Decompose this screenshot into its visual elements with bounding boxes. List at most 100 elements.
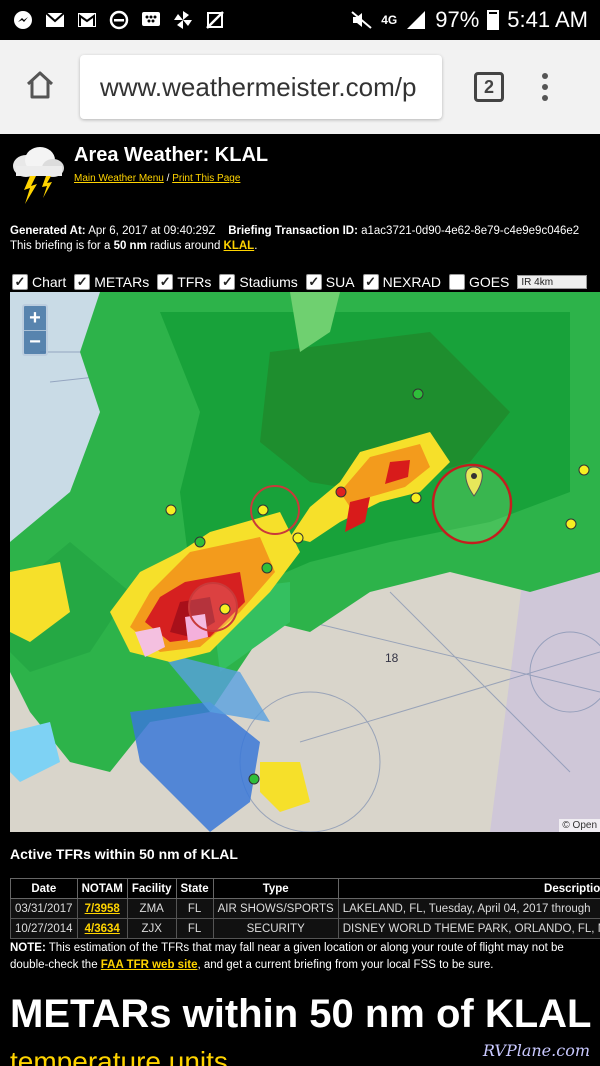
checkbox-metars[interactable]: ✓: [74, 274, 91, 290]
url-text: www.weathermeister.com/p: [100, 71, 417, 102]
address-bar[interactable]: www.weathermeister.com/p: [80, 55, 442, 119]
col-notam: NOTAM: [76, 878, 128, 899]
note-line2-prefix: double-check the: [10, 959, 98, 971]
status-bar: 4G 97% 5:41 AM: [0, 0, 600, 40]
network-type: 4G: [381, 13, 398, 27]
battery-icon: [487, 10, 500, 30]
temperature-units-link[interactable]: temperature units: [10, 1046, 228, 1066]
transaction-value: a1ac3721-0d90-4e62-8e79-c4e9e9c046e2: [361, 225, 580, 237]
tfr-description: LAKELAND, FL, Tuesday, April 04, 2017 th…: [337, 898, 600, 919]
layer-nexrad[interactable]: ✓ NEXRAD: [362, 274, 441, 290]
print-page-link[interactable]: Print This Page: [172, 173, 240, 184]
storm-cloud-icon: [10, 142, 66, 213]
goes-select[interactable]: IR 4km: [517, 275, 588, 289]
metars-heading: METARs within 50 nm of KLAL: [10, 992, 592, 1036]
checkbox-chart[interactable]: ✓: [12, 274, 28, 290]
layer-stadiums[interactable]: ✓ Stadiums: [219, 274, 298, 290]
no-location-icon: [204, 9, 226, 31]
radius-middle: radius around: [150, 240, 221, 252]
layer-label: SUA: [325, 274, 355, 290]
tfr-date: 03/31/2017: [10, 898, 78, 919]
radius-suffix: .: [254, 240, 258, 252]
layer-goes[interactable]: GOES: [448, 274, 509, 290]
generated-value: Apr 6, 2017 at 09:40:29Z: [88, 225, 216, 237]
checkbox-stadiums[interactable]: ✓: [219, 274, 236, 290]
metar-station[interactable]: [578, 464, 590, 476]
metar-station[interactable]: [248, 773, 260, 785]
checkbox-goes[interactable]: [448, 274, 465, 290]
tfr-type: AIR SHOWS/SPORTS: [212, 898, 339, 919]
weather-map[interactable]: 17 18: [10, 292, 600, 832]
notam-link[interactable]: 7/3958: [85, 903, 120, 915]
metar-station[interactable]: [292, 532, 304, 544]
checkbox-tfrs[interactable]: ✓: [157, 274, 174, 290]
battery-percent: 97%: [435, 7, 480, 32]
layer-label: NEXRAD: [382, 274, 441, 290]
tab-switcher-button[interactable]: 2: [474, 72, 504, 102]
radius-prefix: This briefing is for a: [10, 240, 111, 252]
layer-sua[interactable]: ✓ SUA: [305, 274, 355, 290]
metar-station[interactable]: [565, 518, 577, 530]
airport-link[interactable]: KLAL: [224, 240, 255, 252]
notification-icons: [12, 9, 226, 31]
block-icon: [108, 9, 130, 31]
tfr-facility: ZMA: [126, 898, 177, 919]
col-state: State: [175, 878, 214, 899]
table-row: 03/31/2017 7/3958 ZMA FL AIR SHOWS/SPORT…: [10, 898, 600, 919]
metar-station[interactable]: [165, 504, 177, 516]
tfr-notam: 7/3958: [76, 898, 128, 919]
layer-tfrs[interactable]: ✓ TFRs: [157, 274, 211, 290]
layer-chart[interactable]: ✓ Chart: [12, 274, 66, 290]
radius-value: 50 nm: [113, 240, 147, 252]
col-facility: Facility: [126, 878, 177, 899]
zoom-in-button[interactable]: +: [24, 306, 46, 330]
signal-icon: [405, 9, 427, 31]
system-status: 4G 97% 5:41 AM: [351, 7, 588, 33]
gmail-icon: [76, 9, 98, 31]
home-icon: [24, 69, 56, 106]
note-line1: This estimation of the TFRs that may fal…: [48, 942, 564, 954]
overflow-menu-icon[interactable]: [542, 73, 548, 101]
metar-station[interactable]: [412, 388, 424, 400]
watermark: RVPlane.com: [482, 1041, 590, 1060]
main-weather-menu-link[interactable]: Main Weather Menu: [74, 173, 164, 184]
checkbox-sua[interactable]: ✓: [305, 274, 322, 290]
metar-station[interactable]: [194, 536, 206, 548]
header-links: Main Weather Menu / Print This Page: [74, 173, 268, 184]
chart-label: 18: [385, 651, 399, 665]
briefing-info: Generated At: Apr 6, 2017 at 09:40:29Z B…: [10, 224, 579, 254]
link-separator: /: [166, 173, 170, 184]
map-attribution[interactable]: © Open: [559, 819, 600, 832]
tfr-note: NOTE: This estimation of the TFRs that m…: [10, 940, 564, 974]
metar-station[interactable]: [219, 603, 231, 615]
note-label: NOTE:: [10, 942, 46, 954]
tfr-state: FL: [175, 918, 214, 939]
page-title: Area Weather: KLAL: [74, 144, 269, 166]
col-date: Date: [10, 878, 78, 899]
tfr-notam: 4/3634: [76, 918, 128, 939]
page-header: Area Weather: KLAL Main Weather Menu / P…: [10, 142, 268, 213]
browser-toolbar: www.weathermeister.com/p 2: [0, 40, 600, 134]
tfr-type: SECURITY: [212, 918, 339, 939]
metar-station[interactable]: [257, 504, 269, 516]
clock: 5:41 AM: [507, 7, 588, 32]
col-description: Description: [337, 878, 600, 899]
tfr-date: 10/27/2014: [10, 918, 78, 939]
tab-count: 2: [483, 76, 494, 97]
checkbox-nexrad[interactable]: ✓: [362, 274, 379, 290]
messenger-icon: [12, 9, 34, 31]
faa-tfr-link[interactable]: FAA TFR web site: [101, 959, 198, 971]
zoom-out-button[interactable]: −: [24, 330, 46, 354]
metar-station[interactable]: [410, 492, 422, 504]
layer-label: METARs: [94, 274, 150, 290]
notam-link[interactable]: 4/3634: [85, 923, 120, 935]
metar-station[interactable]: [261, 562, 273, 574]
metar-station[interactable]: [335, 486, 347, 498]
col-type: Type: [212, 878, 339, 899]
home-button[interactable]: [0, 40, 80, 134]
web-page: Area Weather: KLAL Main Weather Menu / P…: [0, 134, 600, 1066]
generated-label: Generated At:: [10, 225, 86, 237]
map-layer-toggles: ✓ Chart ✓ METARs ✓ TFRs ✓ Stadiums ✓ SUA ✓ NEX…: [12, 274, 588, 290]
tfr-heading: Active TFRs within 50 nm of KLAL: [10, 846, 238, 862]
layer-metars[interactable]: ✓ METARs: [74, 274, 149, 290]
